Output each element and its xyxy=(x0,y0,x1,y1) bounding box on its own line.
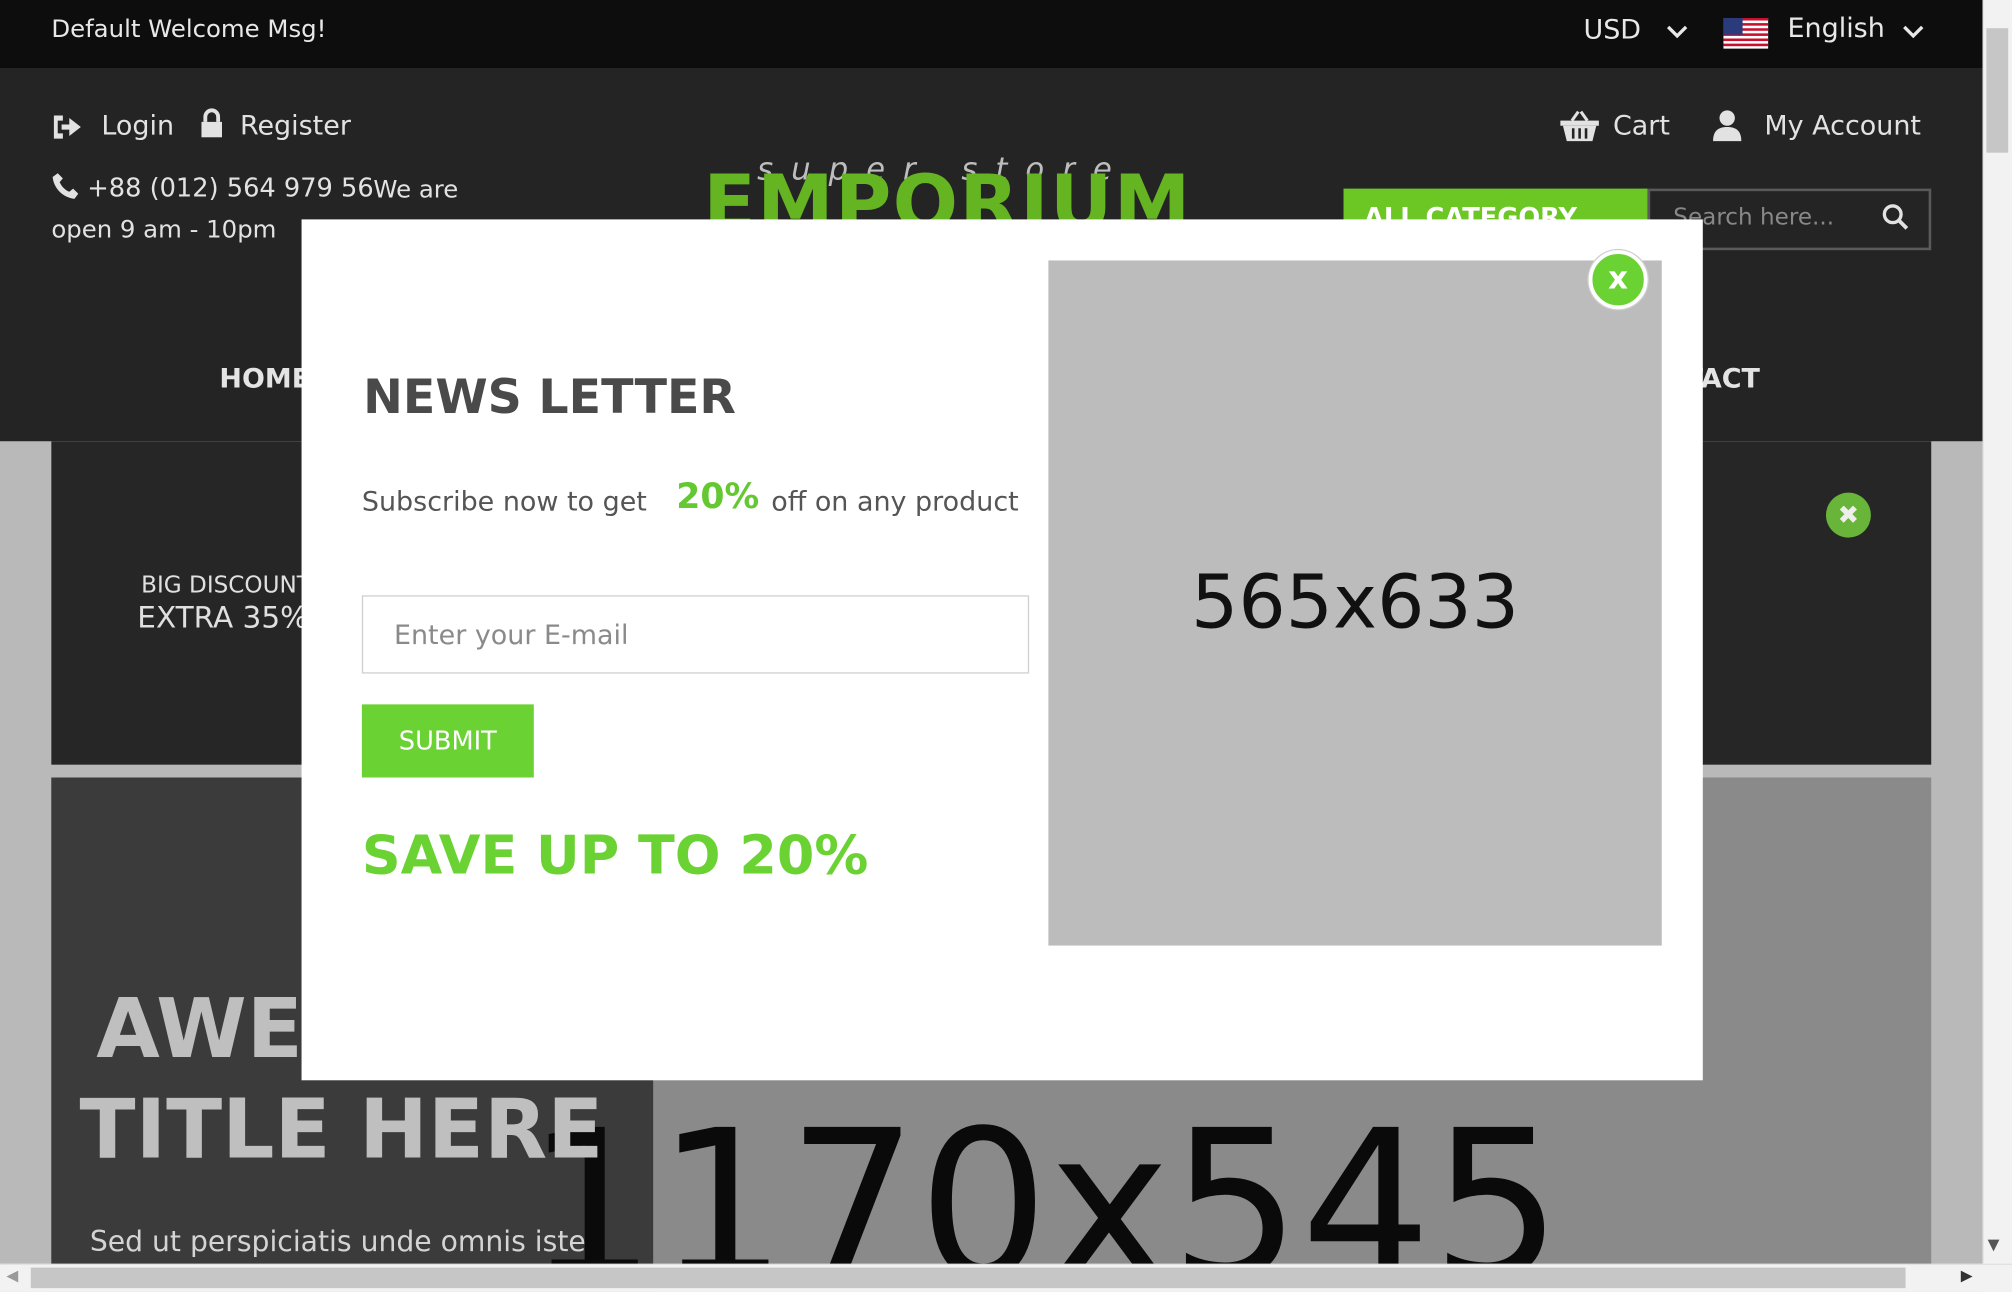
lock-icon[interactable] xyxy=(199,108,225,141)
modal-subtitle: Subscribe now to get xyxy=(361,486,647,518)
modal-title: NEWS LETTER xyxy=(363,369,736,425)
vertical-scroll-thumb[interactable] xyxy=(1986,28,2009,153)
language-selector[interactable]: English xyxy=(1787,13,1884,44)
email-field[interactable] xyxy=(361,595,1030,674)
modal-image-label: 565x633 xyxy=(1190,558,1520,646)
horizontal-scroll-thumb[interactable] xyxy=(30,1267,1906,1289)
user-icon[interactable] xyxy=(1712,108,1743,144)
scroll-left-arrow-icon[interactable]: ◀ xyxy=(6,1266,18,1284)
nav-home[interactable]: HOME xyxy=(219,363,310,394)
welcome-message: Default Welcome Msg! xyxy=(51,15,327,44)
vertical-scrollbar[interactable] xyxy=(1982,0,2012,1264)
modal-subtitle: off on any product xyxy=(771,486,1019,518)
scroll-down-arrow-icon[interactable]: ▼ xyxy=(1988,1236,2000,1254)
chevron-down-icon[interactable] xyxy=(1666,18,1689,46)
close-icon[interactable]: ✖ xyxy=(1825,492,1871,538)
save-offer-text: SAVE UP TO 20% xyxy=(361,823,869,887)
banner-offer: EXTRA 35% xyxy=(137,601,309,636)
search-icon[interactable] xyxy=(1881,203,1909,231)
currency-selector[interactable]: USD xyxy=(1583,14,1641,45)
us-flag-icon xyxy=(1723,17,1769,49)
phone-icon xyxy=(52,173,79,199)
slider-title: TITLE HERE xyxy=(79,1082,604,1178)
login-link[interactable]: Login xyxy=(101,110,174,141)
cart-link[interactable]: Cart xyxy=(1613,110,1670,141)
opening-hours: open 9 am - 10pm xyxy=(51,215,277,244)
slider-text: Sed ut perspiciatis unde omnis iste xyxy=(89,1226,586,1259)
close-button[interactable]: x xyxy=(1588,250,1648,310)
banner-heading: BIG DISCOUNT xyxy=(141,572,311,600)
chevron-down-icon[interactable] xyxy=(1902,18,1925,46)
discount-percent: 20% xyxy=(676,477,760,518)
opening-hours: We are xyxy=(373,175,459,204)
register-link[interactable]: Register xyxy=(240,110,351,141)
submit-button[interactable]: SUBMIT xyxy=(361,704,534,778)
cart-icon[interactable] xyxy=(1559,108,1600,144)
scroll-right-arrow-icon[interactable]: ▶ xyxy=(1961,1266,1973,1284)
login-icon[interactable] xyxy=(50,112,83,143)
my-account-link[interactable]: My Account xyxy=(1764,110,1921,141)
phone-number: +88 (012) 564 979 56 xyxy=(87,171,374,203)
